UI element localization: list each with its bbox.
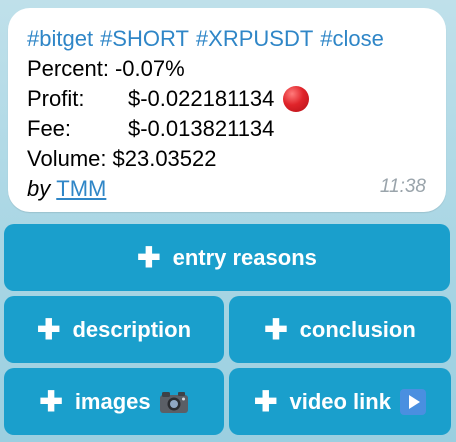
message-bubble: #bitget #SHORT #XRPUSDT #close Percent: -0.… (8, 8, 446, 212)
play-icon (399, 388, 426, 415)
profit-value: $-0.022181134 (128, 86, 275, 111)
message-time: 11:38 (379, 176, 426, 197)
volume-value: $23.03522 (112, 146, 217, 171)
conclusion-label: conclusion (299, 316, 416, 342)
entry-reasons-button[interactable]: ✚ entry reasons (4, 224, 450, 291)
profit-row: Profit: $-0.022181134 (27, 84, 446, 114)
fee-label: Fee: (27, 116, 72, 141)
images-button[interactable]: ✚ images (4, 368, 224, 435)
fee-row: Fee: $-0.013821134 (27, 114, 446, 144)
video-link-button[interactable]: ✚ video link (229, 368, 451, 435)
by-label: by (27, 176, 51, 201)
hashtag-line: #bitget #SHORT #XRPUSDT #close (27, 24, 446, 54)
plus-icon: ✚ (254, 385, 278, 417)
percent-row: Percent: -0.07% (27, 54, 446, 84)
hashtag-close[interactable]: #close (320, 26, 384, 51)
volume-row: Volume: $23.03522 (27, 144, 446, 174)
plus-icon: ✚ (39, 385, 63, 417)
plus-icon: ✚ (264, 313, 288, 345)
fee-value: $-0.013821134 (128, 116, 275, 141)
profit-label: Profit: (27, 86, 85, 111)
plus-icon: ✚ (36, 313, 61, 345)
percent-label: Percent: (27, 56, 109, 81)
description-label: description (72, 316, 192, 342)
hashtag-bitget[interactable]: #bitget (27, 26, 93, 51)
percent-value: -0.07% (114, 56, 185, 81)
entry-reasons-label: entry reasons (172, 244, 317, 270)
camera-icon (159, 391, 188, 413)
plus-icon: ✚ (137, 241, 161, 273)
images-label: images (74, 388, 151, 414)
volume-label: Volume: (27, 146, 107, 171)
red-circle-icon (283, 86, 310, 112)
hashtag-xrpusdt[interactable]: #XRPUSDT (196, 26, 313, 51)
description-button[interactable]: ✚ description (4, 296, 224, 363)
conclusion-button[interactable]: ✚ conclusion (229, 296, 451, 363)
video-link-label: video link (289, 388, 391, 414)
hashtag-short[interactable]: #SHORT (100, 26, 189, 51)
author-link[interactable]: TMM (56, 174, 106, 204)
